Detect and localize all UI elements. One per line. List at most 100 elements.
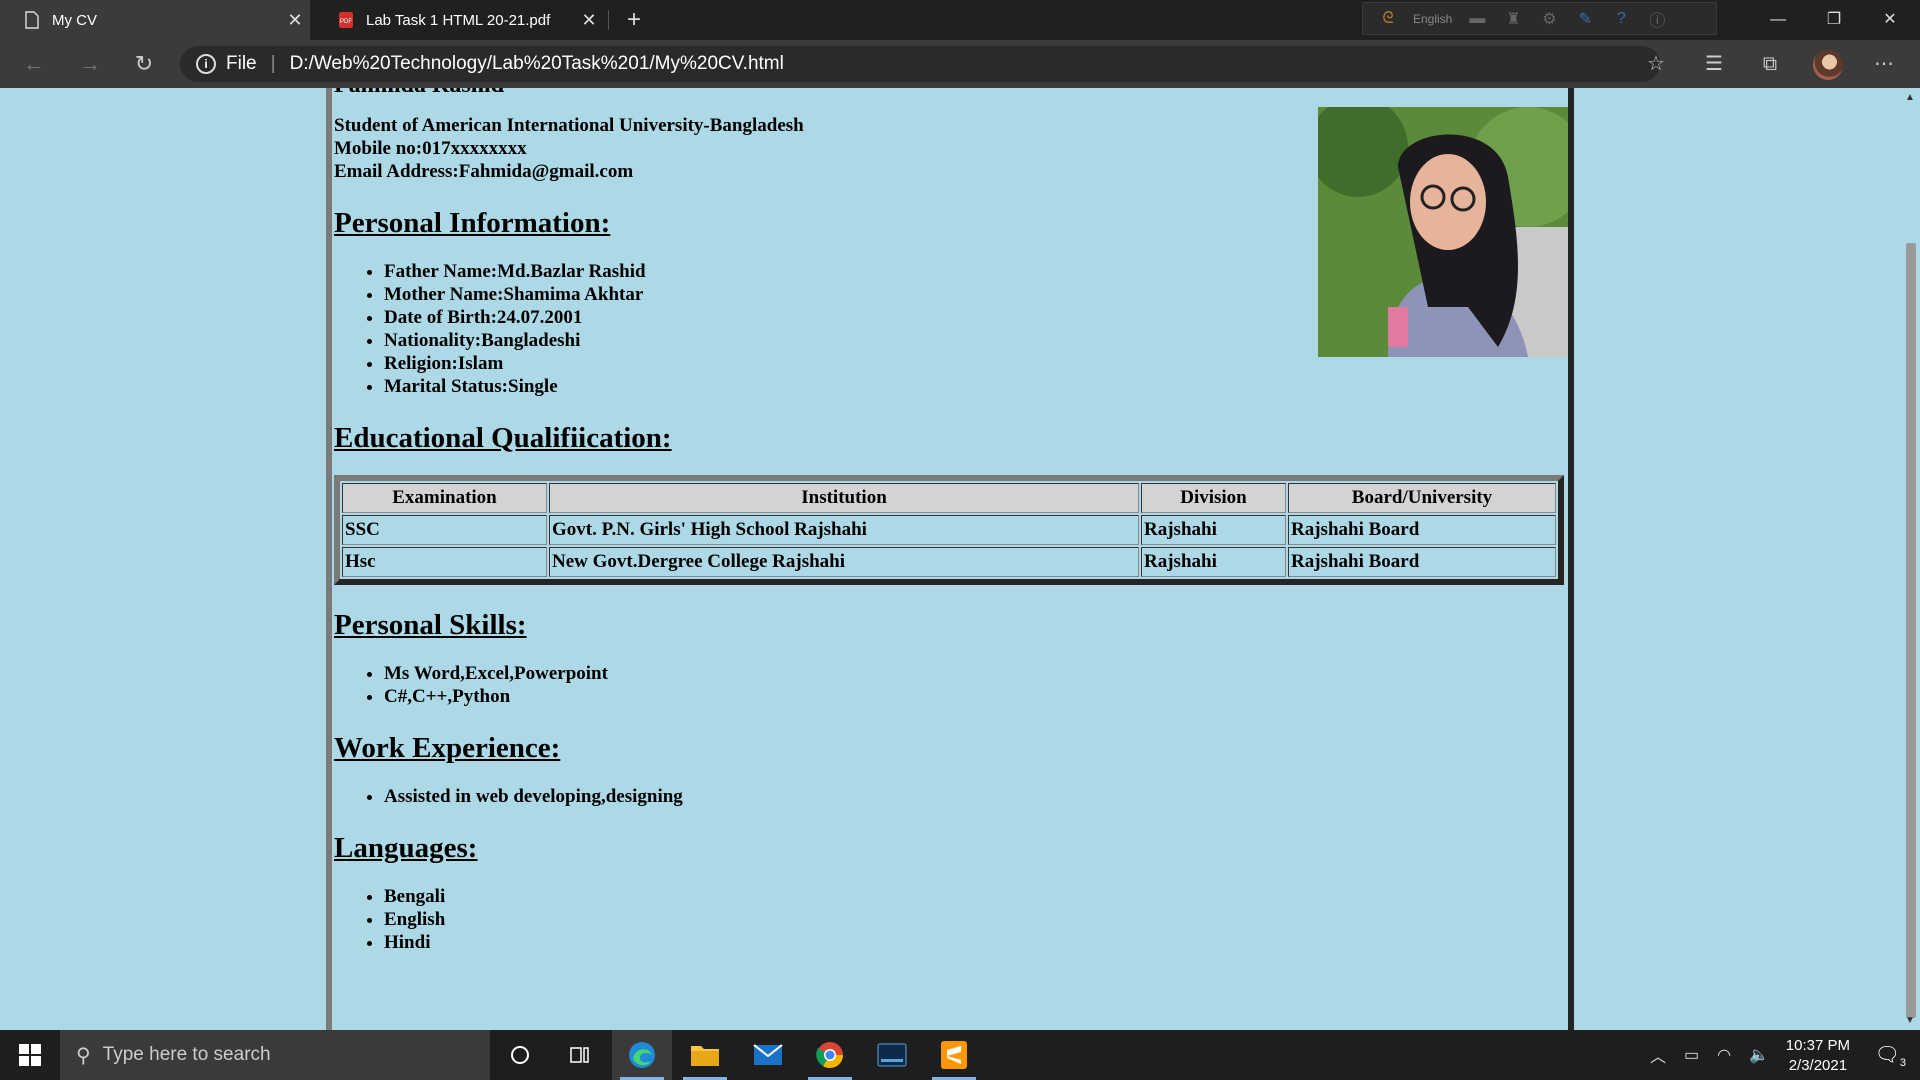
address-bar[interactable]: i File | D:/Web%20Technology/Lab%20Task%…	[180, 46, 1660, 82]
languages-list: Bengali English Hindi	[384, 885, 1568, 954]
work-experience-list: Assisted in web developing,designing	[384, 785, 1568, 808]
table-cell: Rajshahi	[1141, 547, 1286, 577]
tab-label: Lab Task 1 HTML 20-21.pdf	[366, 11, 551, 29]
task-view-icon[interactable]	[550, 1030, 610, 1080]
cortana-icon[interactable]	[490, 1030, 550, 1080]
column-header: Division	[1141, 483, 1286, 513]
mail-icon[interactable]	[738, 1030, 798, 1080]
ime-pen-icon[interactable]: ✎	[1574, 8, 1596, 30]
battery-icon[interactable]: ▭	[1684, 1045, 1699, 1065]
back-button[interactable]: ←	[16, 48, 52, 80]
list-item: Bengali	[384, 885, 1568, 908]
address-bar-row: ← → ↻ i File | D:/Web%20Technology/Lab%2…	[0, 40, 1920, 88]
taskbar-search[interactable]: ⚲ Type here to search	[60, 1030, 490, 1080]
document-icon	[25, 11, 39, 29]
list-item: Ms Word,Excel,Powerpoint	[384, 662, 1568, 685]
languages-heading: Languages:	[334, 832, 478, 864]
profile-avatar[interactable]	[1813, 50, 1843, 80]
wifi-icon[interactable]: ◠	[1717, 1045, 1731, 1065]
tab-lab-task-pdf[interactable]: PDF Lab Task 1 HTML 20-21.pdf ✕	[314, 0, 604, 40]
restore-button[interactable]: ❐	[1806, 0, 1862, 40]
more-menu-icon[interactable]: ⋯	[1866, 48, 1902, 80]
list-item: Marital Status:Single	[384, 375, 1568, 398]
table-cell: Govt. P.N. Girls' High School Rajshahi	[549, 515, 1139, 545]
new-tab-button[interactable]: +	[618, 4, 650, 36]
refresh-button[interactable]: ↻	[126, 48, 162, 80]
ime-toolbar: ᘓ English ▬ ♜ ⚙ ✎ ? ⓘ	[1362, 2, 1717, 35]
table-cell: Rajshahi Board	[1288, 547, 1556, 577]
work-experience-heading: Work Experience:	[334, 732, 561, 764]
skills-heading: Personal Skills:	[334, 609, 527, 641]
edge-icon[interactable]	[612, 1030, 672, 1080]
pdf-icon: PDF	[339, 12, 353, 28]
vertical-scrollbar[interactable]: ▲ ▼	[1902, 88, 1920, 1030]
column-header: Board/University	[1288, 483, 1556, 513]
volume-icon[interactable]: 🔈	[1749, 1045, 1769, 1065]
list-item: C#,C++,Python	[384, 685, 1568, 708]
notification-center-icon[interactable]: 🗨3	[1874, 1042, 1906, 1069]
forward-button[interactable]: →	[72, 48, 108, 80]
chrome-icon[interactable]	[800, 1030, 860, 1080]
start-button[interactable]	[0, 1030, 60, 1080]
table-cell: Hsc	[342, 547, 547, 577]
tab-separator	[608, 10, 609, 30]
scheme-label: File	[226, 53, 257, 74]
ime-settings-icon[interactable]: ⚙	[1538, 8, 1560, 30]
svg-text:PDF: PDF	[340, 19, 352, 25]
scroll-up-icon[interactable]: ▲	[1905, 92, 1915, 103]
taskbar: ⚲ Type here to search ︿ ▭ ◠ 🔈 10:37 PM 2…	[0, 1030, 1920, 1080]
cv-document: Fahmida Rashid Student of American Inter…	[326, 88, 1574, 1030]
tab-bar: My CV ✕ PDF Lab Task 1 HTML 20-21.pdf ✕ …	[0, 0, 1920, 40]
cv-name-heading: Fahmida Rashid	[334, 88, 1568, 100]
ime-info-icon[interactable]: ⓘ	[1646, 8, 1668, 30]
scheme-separator: |	[270, 53, 276, 74]
clock-date: 2/3/2021	[1788, 1057, 1848, 1074]
column-header: Institution	[549, 483, 1139, 513]
close-tab-icon[interactable]: ✕	[280, 10, 310, 31]
skills-list: Ms Word,Excel,Powerpoint C#,C++,Python	[384, 662, 1568, 708]
ime-language-label[interactable]: English	[1413, 12, 1452, 26]
page-viewport: Fahmida Rashid Student of American Inter…	[0, 88, 1920, 1030]
ime-tool-icon[interactable]: ♜	[1502, 8, 1524, 30]
add-favorite-icon[interactable]: ☆	[1638, 48, 1674, 80]
scrollbar-thumb[interactable]	[1906, 243, 1916, 1018]
search-icon: ⚲	[76, 1044, 91, 1067]
table-row: SSC Govt. P.N. Girls' High School Rajsha…	[342, 515, 1556, 545]
mysql-workbench-icon[interactable]	[862, 1030, 922, 1080]
table-cell: SSC	[342, 515, 547, 545]
minimize-button[interactable]: —	[1750, 0, 1806, 40]
collections-icon[interactable]: ⧉	[1752, 48, 1788, 80]
show-hidden-icons-icon[interactable]: ︿	[1650, 1043, 1666, 1067]
close-tab-icon[interactable]: ✕	[574, 10, 604, 31]
close-window-button[interactable]: ✕	[1862, 0, 1918, 40]
list-item: Hindi	[384, 931, 1568, 954]
list-item: English	[384, 908, 1568, 931]
windows-logo-icon	[19, 1044, 41, 1066]
sublime-text-icon[interactable]	[924, 1030, 984, 1080]
education-table: Examination Institution Division Board/U…	[334, 475, 1564, 585]
notification-count: 3	[1899, 1057, 1906, 1069]
site-info-icon[interactable]: i	[196, 54, 216, 74]
clock-time: 10:37 PM	[1785, 1037, 1850, 1054]
tab-label: My CV	[52, 11, 97, 29]
tab-my-cv[interactable]: My CV ✕	[0, 0, 310, 40]
ime-help-icon[interactable]: ?	[1610, 8, 1632, 30]
system-tray: ︿ ▭ ◠ 🔈	[1650, 1030, 1769, 1080]
ime-logo-icon[interactable]: ᘓ	[1377, 8, 1399, 30]
list-item: Assisted in web developing,designing	[384, 785, 1568, 808]
table-cell: Rajshahi	[1141, 515, 1286, 545]
taskbar-clock[interactable]: 10:37 PM 2/3/2021	[1786, 1036, 1850, 1076]
table-row: Hsc New Govt.Dergree College Rajshahi Ra…	[342, 547, 1556, 577]
scroll-down-icon[interactable]: ▼	[1905, 1015, 1915, 1026]
table-cell: Rajshahi Board	[1288, 515, 1556, 545]
favorites-icon[interactable]: ☰	[1696, 48, 1732, 80]
education-heading: Educational Qualifiication:	[334, 422, 672, 454]
file-explorer-icon[interactable]	[675, 1030, 735, 1080]
column-header: Examination	[342, 483, 547, 513]
ime-keyboard-icon[interactable]: ▬	[1466, 8, 1488, 30]
url-text[interactable]: D:/Web%20Technology/Lab%20Task%201/My%20…	[290, 53, 784, 75]
table-header-row: Examination Institution Division Board/U…	[342, 483, 1556, 513]
table-cell: New Govt.Dergree College Rajshahi	[549, 547, 1139, 577]
profile-photo	[1318, 107, 1568, 357]
search-placeholder: Type here to search	[102, 1044, 271, 1065]
